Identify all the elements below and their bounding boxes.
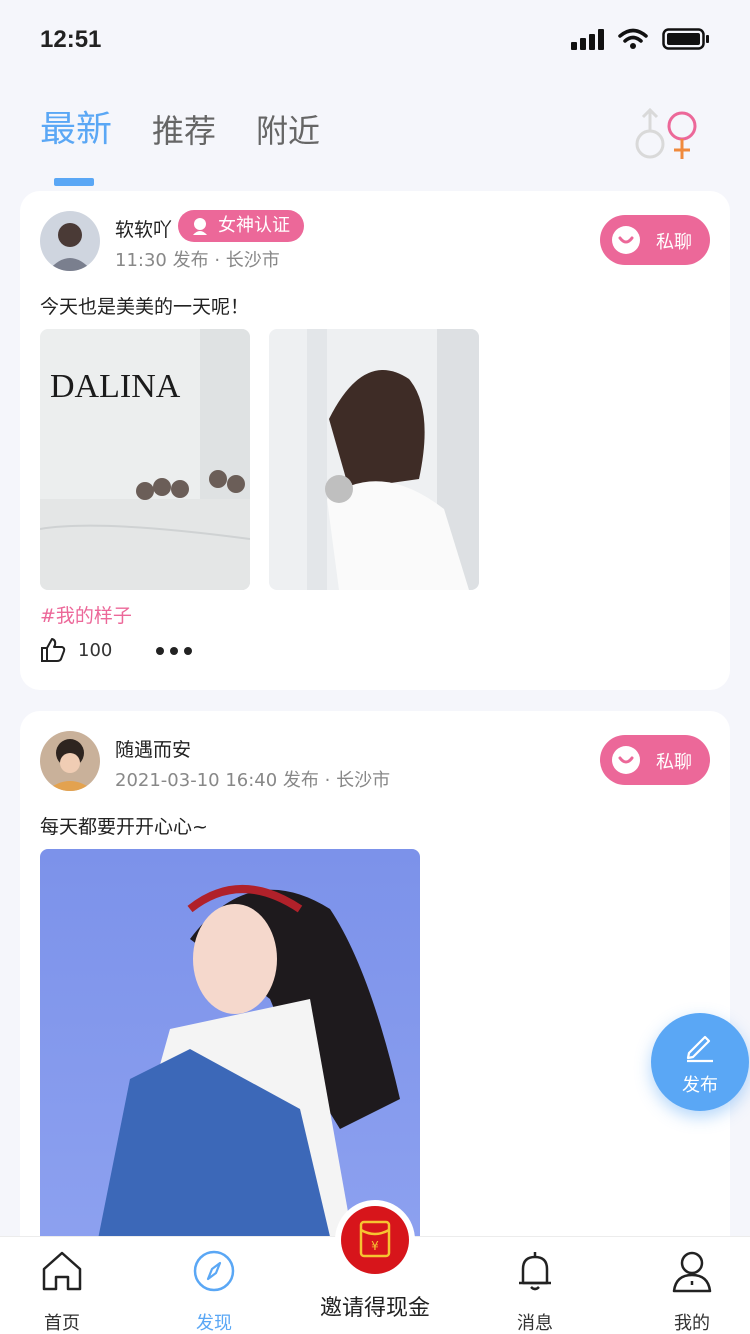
user-icon bbox=[672, 1251, 712, 1293]
private-chat-button[interactable]: 私聊 bbox=[600, 215, 710, 265]
red-envelope-icon: ¥ bbox=[359, 1220, 391, 1258]
chat-label: 私聊 bbox=[656, 232, 692, 253]
status-icons bbox=[571, 28, 710, 50]
post-text: 今天也是美美的一天呢！ bbox=[40, 296, 250, 318]
more-icon[interactable] bbox=[156, 647, 192, 655]
goddess-icon bbox=[193, 218, 207, 235]
publish-button[interactable]: 发布 bbox=[651, 1013, 749, 1111]
like-count: 100 bbox=[78, 639, 113, 661]
private-chat-button[interactable]: 私聊 bbox=[600, 735, 710, 785]
top-tabs: 最新 推荐 附近 bbox=[40, 100, 320, 186]
compass-icon bbox=[193, 1250, 235, 1292]
post-card[interactable]: 随遇而安 2021-03-10 16:40 发布 · 长沙市 私聊 每天都要开开… bbox=[20, 711, 730, 1271]
post-meta: 11:30 发布 · 长沙市 bbox=[115, 250, 280, 271]
photo-sign-text: DALINA bbox=[50, 368, 181, 405]
like-button[interactable]: 100 bbox=[40, 637, 112, 663]
gender-filter-icon[interactable] bbox=[634, 106, 704, 166]
post-meta: 2021-03-10 16:40 发布 · 长沙市 bbox=[115, 770, 391, 791]
status-bar: 12:51 bbox=[0, 0, 750, 80]
chat-icon bbox=[612, 746, 640, 774]
invite-inner: ¥ bbox=[341, 1206, 409, 1274]
tabbar-label: 首页 bbox=[44, 1313, 80, 1334]
battery-icon bbox=[662, 28, 709, 50]
tab-latest[interactable]: 最新 bbox=[40, 100, 112, 186]
avatar[interactable] bbox=[40, 211, 100, 271]
tab-nearby[interactable]: 附近 bbox=[256, 106, 320, 152]
post-username[interactable]: 随遇而安 bbox=[115, 735, 191, 762]
thumbs-up-icon bbox=[41, 638, 66, 662]
publish-label: 发布 bbox=[682, 1075, 718, 1096]
chat-label: 私聊 bbox=[656, 752, 692, 773]
wifi-icon bbox=[618, 28, 648, 49]
verified-badge: 女神认证 bbox=[178, 210, 304, 242]
tab-recommended[interactable]: 推荐 bbox=[152, 106, 216, 152]
tabbar-label: 发现 bbox=[196, 1313, 232, 1334]
post-hashtag[interactable]: #我的样子 bbox=[40, 601, 132, 628]
invite-cash-button[interactable]: ¥ 邀请得现金 bbox=[310, 1200, 440, 1334]
post-card[interactable]: 软软吖 女神认证 11:30 发布 · 长沙市 私聊 今天也是美美的一天呢！ D… bbox=[20, 191, 730, 690]
svg-text:¥: ¥ bbox=[371, 1239, 379, 1253]
status-time: 12:51 bbox=[40, 26, 102, 53]
invite-circle: ¥ bbox=[335, 1200, 415, 1280]
pencil-icon bbox=[686, 1035, 713, 1063]
bell-icon bbox=[519, 1252, 551, 1291]
avatar[interactable] bbox=[40, 731, 100, 791]
signal-icon bbox=[571, 28, 604, 50]
post-photo[interactable]: DALINA bbox=[40, 329, 250, 590]
post-username[interactable]: 软软吖 bbox=[115, 215, 172, 242]
home-icon bbox=[42, 1251, 82, 1291]
tabbar-label: 消息 bbox=[517, 1313, 553, 1334]
chat-icon bbox=[612, 226, 640, 254]
badge-label: 女神认证 bbox=[218, 215, 290, 236]
post-text: 每天都要开开心心~ bbox=[40, 816, 208, 838]
post-photo[interactable] bbox=[269, 329, 479, 590]
tabbar-label: 我的 bbox=[674, 1313, 710, 1334]
invite-label: 邀请得现金 bbox=[319, 1296, 430, 1321]
